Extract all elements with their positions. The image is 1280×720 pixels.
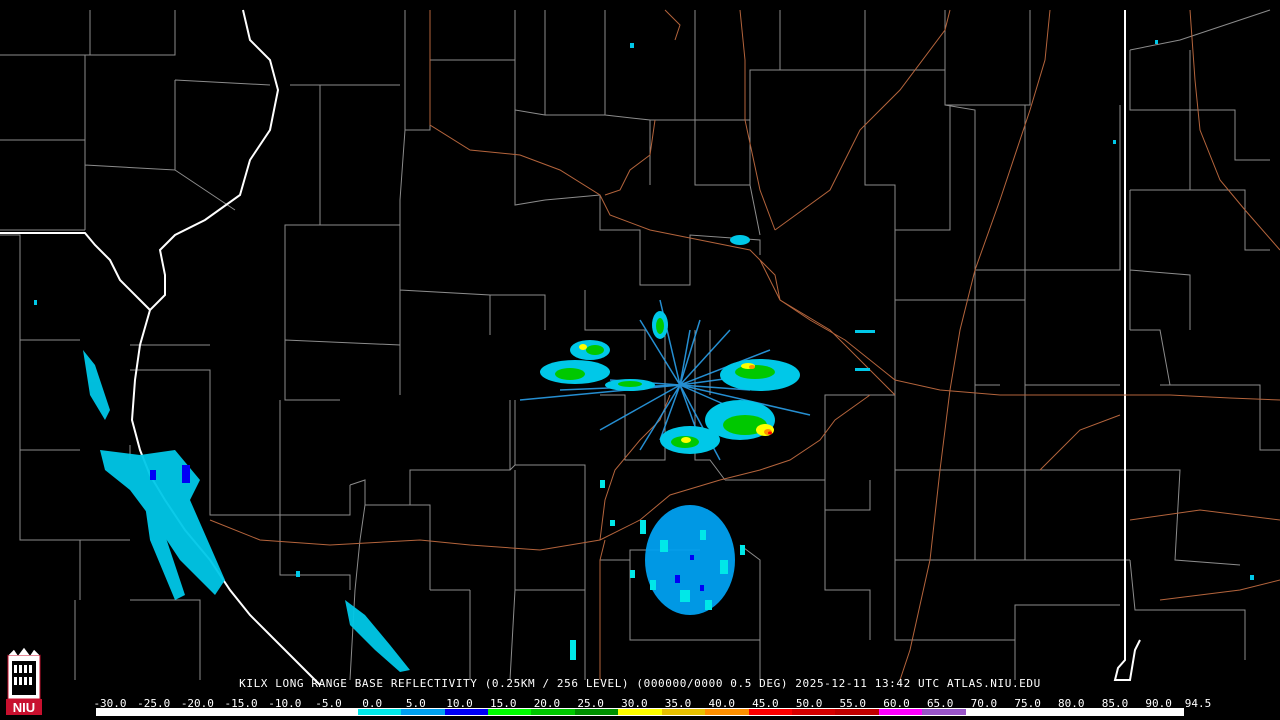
colorbar-tick-label: 94.5	[1184, 697, 1212, 710]
colorbar-segment	[661, 709, 706, 715]
colorbar-segment	[922, 709, 966, 715]
colorbar-segment	[1139, 709, 1183, 715]
colorbar-segment	[444, 709, 488, 715]
colorbar-segment	[1096, 709, 1140, 715]
colorbar-segment	[965, 709, 1010, 715]
radar-map	[0, 9, 1280, 686]
county-borders	[0, 9, 1280, 681]
radar-echoes	[34, 40, 1254, 672]
colorbar-segment	[792, 709, 836, 715]
colorbar-segment	[574, 709, 619, 715]
colorbar-segment	[487, 709, 532, 715]
product-title: KILX LONG RANGE BASE REFLECTIVITY (0.25K…	[239, 677, 1041, 690]
colorbar-segment	[705, 709, 749, 715]
colorbar-segment	[183, 709, 228, 715]
colorbar-segment	[140, 709, 184, 715]
colorbar-segment	[314, 709, 358, 715]
colorbar-segment	[1052, 709, 1097, 715]
colorbar-segment	[531, 709, 575, 715]
colorbar-segment	[97, 709, 141, 715]
colorbar-segment	[1009, 709, 1053, 715]
colorbar-segment	[357, 709, 402, 715]
colorbar-segment	[227, 709, 271, 715]
colorbar	[96, 708, 1184, 716]
colorbar-segment	[835, 709, 879, 715]
colorbar-segment	[270, 709, 315, 715]
logo-text: NIU	[13, 700, 35, 715]
colorbar-segment	[401, 709, 445, 715]
colorbar-segment	[748, 709, 792, 715]
colorbar-segment	[618, 709, 662, 715]
colorbar-segment	[878, 709, 923, 715]
